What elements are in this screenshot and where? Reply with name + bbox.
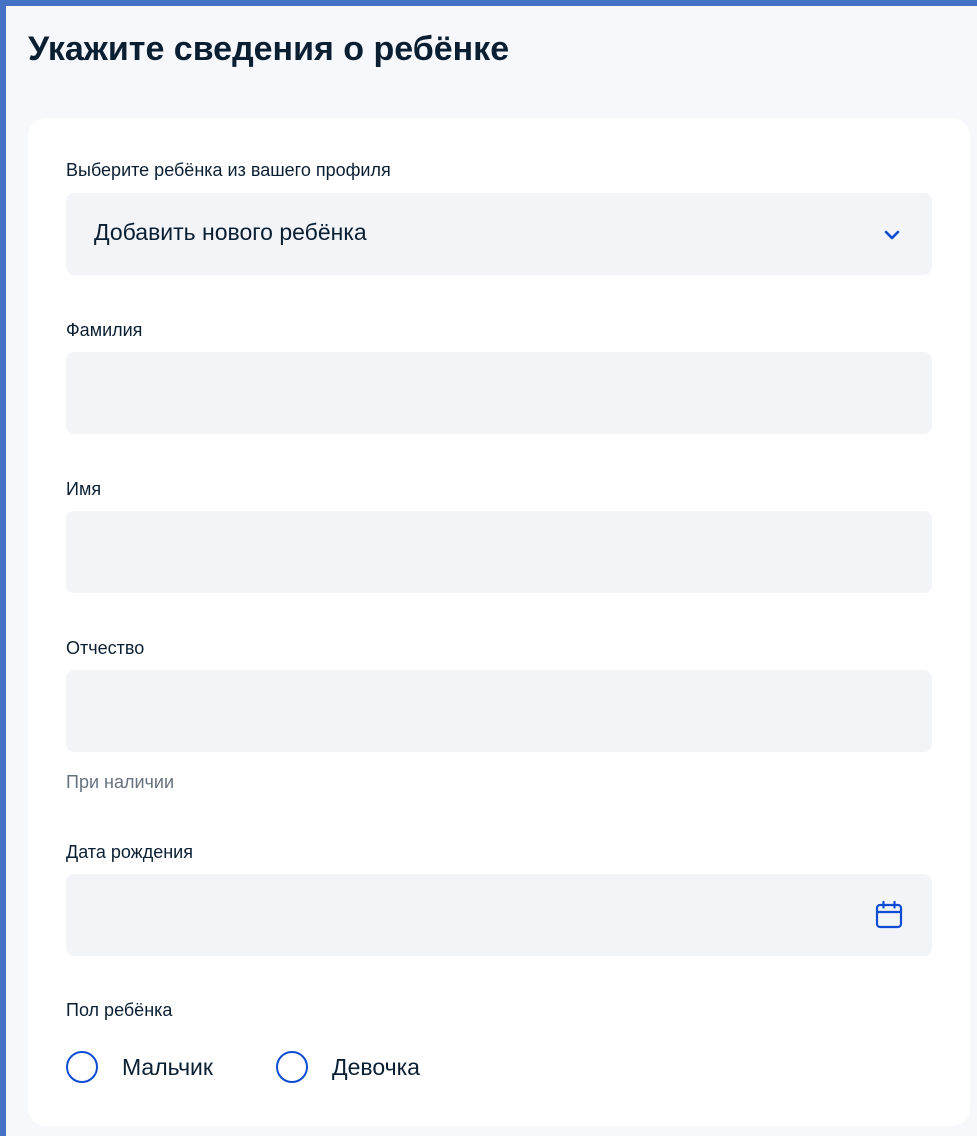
birth-date-field [66,874,932,956]
gender-label: Пол ребёнка [66,1000,173,1020]
name-label: Имя [66,479,102,499]
gender-option-label: Мальчик [122,1053,213,1080]
patronymic-input[interactable] [66,670,932,752]
child-select-value: Добавить нового ребёнка [94,219,367,245]
patronymic-hint: При наличии [66,772,174,792]
child-select-dropdown[interactable]: Добавить нового ребёнка [66,193,932,275]
patronymic-label: Отчество [66,638,145,658]
gender-option-boy[interactable]: Мальчик [66,1051,213,1083]
gender-option-girl[interactable]: Девочка [276,1051,420,1083]
patronymic-field [66,670,932,752]
page-frame: Укажите сведения о ребёнке Выберите ребё… [0,0,977,1136]
child-select-label: Выберите ребёнка из вашего профиля [66,160,391,180]
radio-circle-icon[interactable] [276,1051,308,1083]
gender-option-label: Девочка [332,1053,420,1080]
name-field [66,511,932,593]
page-title: Укажите сведения о ребёнке [28,30,510,68]
radio-circle-icon[interactable] [66,1051,98,1083]
surname-field [66,352,932,434]
chevron-down-icon [884,230,900,240]
birth-date-label: Дата рождения [66,842,193,862]
surname-label: Фамилия [66,320,143,340]
child-info-form: Выберите ребёнка из вашего профиля Добав… [28,118,970,1126]
name-input[interactable] [66,511,932,593]
calendar-icon[interactable] [874,900,904,930]
surname-input[interactable] [66,352,932,434]
birth-date-input[interactable] [66,874,932,956]
